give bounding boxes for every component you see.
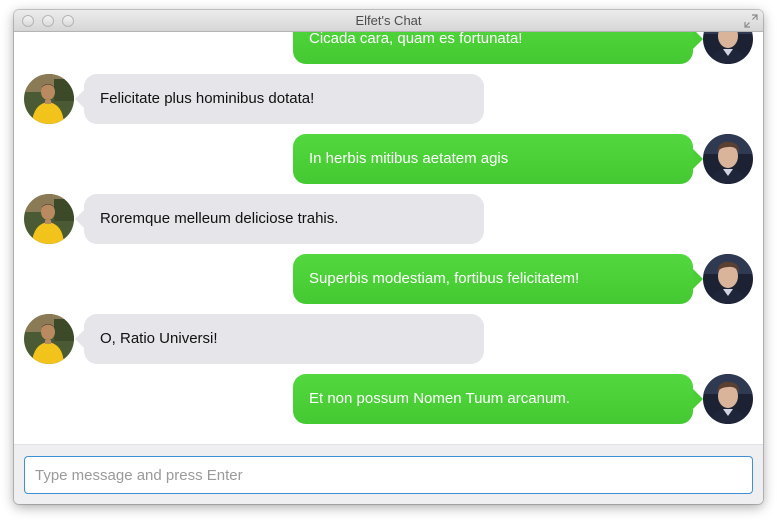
message-list[interactable]: Cicada cara, quam es fortunata! Felicita… <box>14 32 763 444</box>
message-incoming: O, Ratio Universi! <box>14 314 763 364</box>
message-bubble: O, Ratio Universi! <box>84 314 484 364</box>
message-bubble: In herbis mitibus aetatem agis <box>293 134 693 184</box>
avatar-me <box>703 32 753 64</box>
message-bubble: Felicitate plus hominibus dotata! <box>84 74 484 124</box>
avatar-me <box>703 134 753 184</box>
avatar-contact <box>24 314 74 364</box>
avatar-me <box>703 374 753 424</box>
bubble-tail <box>693 269 703 289</box>
message-outgoing: Cicada cara, quam es fortunata! <box>14 32 763 64</box>
message-incoming: Felicitate plus hominibus dotata! <box>14 74 763 124</box>
message-outgoing: Superbis modestiam, fortibus felicitatem… <box>14 254 763 304</box>
message-incoming: Roremque melleum deliciose trahis. <box>14 194 763 244</box>
fullscreen-icon[interactable] <box>744 14 758 28</box>
message-bubble: Et non possum Nomen Tuum arcanum. <box>293 374 693 424</box>
title-bar: Elfet's Chat <box>14 10 763 32</box>
window-title: Elfet's Chat <box>355 13 422 28</box>
bubble-tail <box>693 32 703 49</box>
avatar-contact <box>24 74 74 124</box>
message-bubble: Roremque melleum deliciose trahis. <box>84 194 484 244</box>
chat-window: Elfet's Chat Cicada cara, quam es fortun… <box>14 10 763 504</box>
bubble-tail <box>693 389 703 409</box>
message-input[interactable] <box>24 456 753 494</box>
message-bubble: Cicada cara, quam es fortunata! <box>293 32 693 64</box>
composer-bar <box>14 444 763 504</box>
message-outgoing: In herbis mitibus aetatem agis <box>14 134 763 184</box>
avatar-contact <box>24 194 74 244</box>
bubble-tail <box>693 149 703 169</box>
message-bubble: Superbis modestiam, fortibus felicitatem… <box>293 254 693 304</box>
avatar-me <box>703 254 753 304</box>
message-outgoing: Et non possum Nomen Tuum arcanum. <box>14 374 763 424</box>
